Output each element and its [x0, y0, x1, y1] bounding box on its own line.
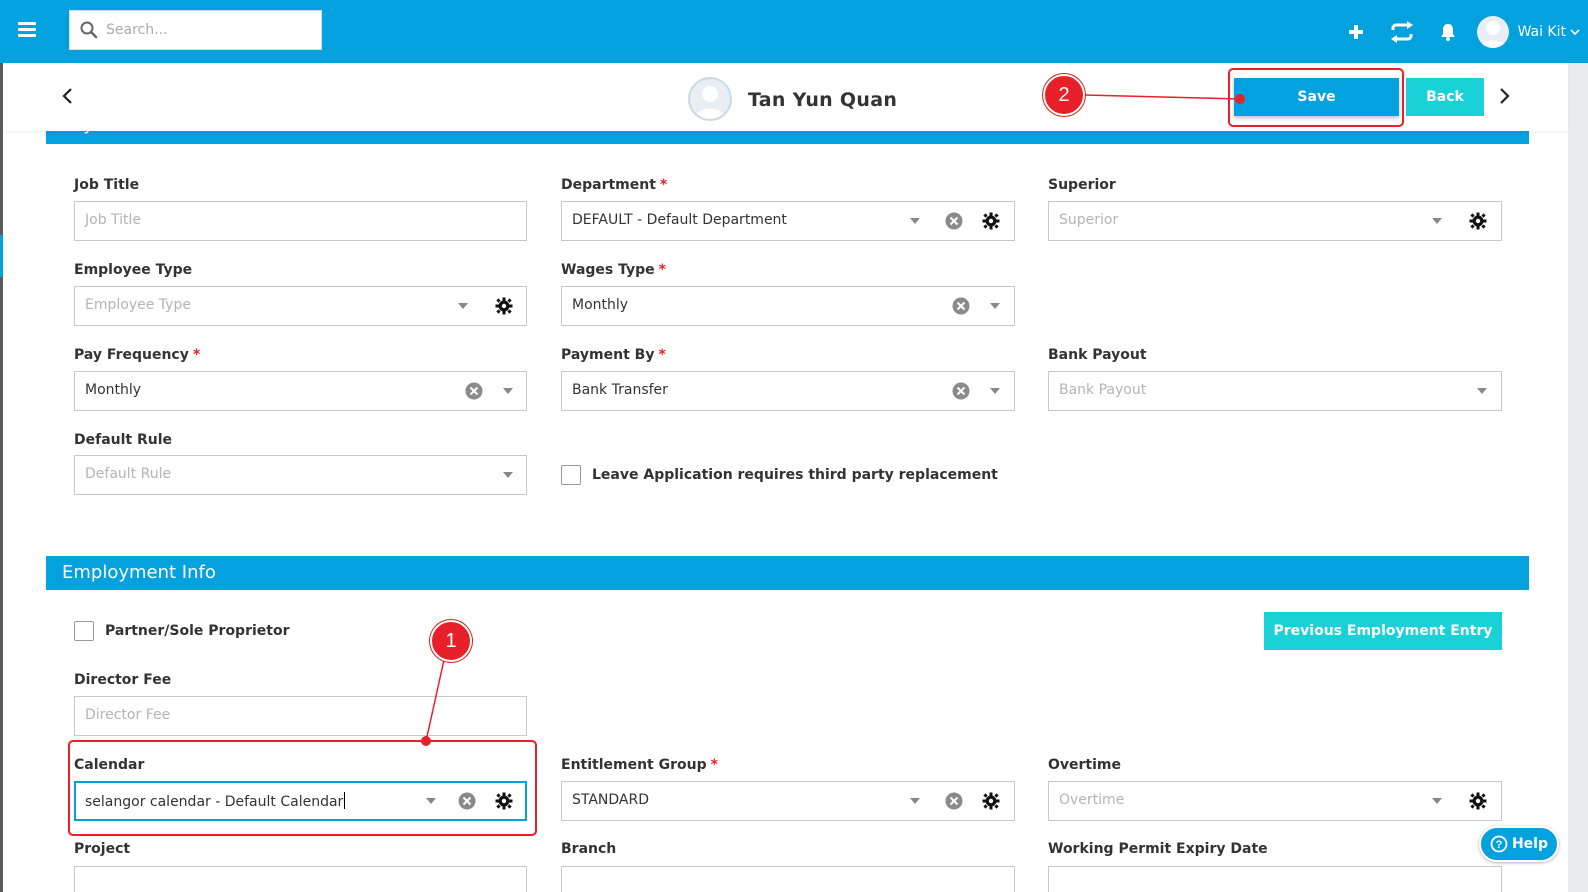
- user-name[interactable]: Wai Kit: [1518, 24, 1566, 40]
- callout-step-2: 2: [1043, 74, 1085, 116]
- gear-icon[interactable]: [982, 212, 1000, 230]
- leave-replacement-label: Leave Application requires third party r…: [592, 467, 998, 483]
- gear-icon[interactable]: [1469, 792, 1487, 810]
- project-select[interactable]: [74, 866, 527, 892]
- overtime-select[interactable]: Overtime: [1048, 781, 1502, 821]
- partner-checkbox[interactable]: [74, 621, 94, 641]
- wages-type-select[interactable]: Monthly: [561, 286, 1015, 326]
- employee-avatar: [688, 77, 732, 121]
- default-rule-label: Default Rule: [74, 432, 173, 448]
- caret-down-icon: [990, 388, 1000, 394]
- top-navbar: Wai Kit: [0, 0, 1588, 63]
- bell-icon[interactable]: [1425, 0, 1471, 63]
- employee-name: Tan Yun Quan: [748, 89, 898, 111]
- search-input[interactable]: [106, 11, 306, 49]
- help-label: Help: [1511, 836, 1549, 852]
- entitlement-group-select[interactable]: STANDARD: [561, 781, 1015, 821]
- caret-down-icon: [458, 303, 468, 309]
- caret-down-icon: [426, 798, 436, 804]
- caret-down-icon: [503, 388, 513, 394]
- branch-label: Branch: [561, 841, 617, 857]
- back-button[interactable]: Back: [1406, 78, 1484, 116]
- pay-frequency-select[interactable]: Monthly: [74, 371, 527, 411]
- clear-icon[interactable]: [952, 382, 970, 400]
- overtime-label: Overtime: [1048, 757, 1122, 773]
- caret-down-icon: [1477, 388, 1487, 394]
- employee-type-select[interactable]: Employee Type: [74, 286, 527, 326]
- menu-icon[interactable]: [18, 22, 36, 38]
- entitlement-group-label: Entitlement Group *: [561, 757, 718, 773]
- chevron-right-icon[interactable]: [1497, 85, 1513, 107]
- leave-replacement-checkbox[interactable]: [561, 465, 581, 485]
- calendar-select[interactable]: selangor calendar - Default Calendar: [74, 781, 527, 821]
- save-button[interactable]: Save: [1234, 78, 1399, 116]
- department-label: Department *: [561, 177, 668, 193]
- gear-icon[interactable]: [1469, 212, 1487, 230]
- chevron-left-icon[interactable]: [59, 85, 75, 107]
- pay-frequency-label: Pay Frequency *: [74, 347, 201, 363]
- clear-icon[interactable]: [458, 792, 476, 810]
- gear-icon[interactable]: [982, 792, 1000, 810]
- caret-down-icon: [1432, 798, 1442, 804]
- payment-by-select[interactable]: Bank Transfer: [561, 371, 1015, 411]
- callout-step-1: 1: [430, 620, 472, 662]
- employee-header: Tan Yun Quan Save Back: [3, 63, 1568, 131]
- caret-down-icon: [910, 218, 920, 224]
- partner-label: Partner/Sole Proprietor: [105, 623, 290, 639]
- caret-down-icon: [1432, 218, 1442, 224]
- avatar[interactable]: [1476, 15, 1509, 48]
- wages-type-label: Wages Type *: [561, 262, 666, 278]
- branch-select[interactable]: [561, 866, 1015, 892]
- employee-type-label: Employee Type: [74, 262, 193, 278]
- clear-icon[interactable]: [945, 792, 963, 810]
- sync-icon[interactable]: [1379, 0, 1425, 63]
- help-button[interactable]: ? Help: [1479, 826, 1559, 862]
- clear-icon[interactable]: [945, 212, 963, 230]
- section-header-payroll: Payroll Information: [46, 131, 1529, 144]
- working-permit-label: Working Permit Expiry Date: [1048, 841, 1268, 857]
- bank-payout-label: Bank Payout: [1048, 347, 1147, 363]
- chevron-down-icon[interactable]: [1570, 28, 1580, 36]
- caret-down-icon: [910, 798, 920, 804]
- project-label: Project: [74, 841, 131, 857]
- payment-by-label: Payment By *: [561, 347, 666, 363]
- question-icon: ?: [1490, 835, 1508, 853]
- plus-icon[interactable]: [1333, 0, 1379, 63]
- working-permit-field[interactable]: [1048, 866, 1502, 892]
- clear-icon[interactable]: [952, 297, 970, 315]
- superior-label: Superior: [1048, 177, 1116, 193]
- director-fee-field[interactable]: Director Fee: [74, 696, 527, 736]
- clear-icon[interactable]: [465, 382, 483, 400]
- section-header-employment: Employment Info: [46, 556, 1529, 590]
- gear-icon[interactable]: [495, 792, 513, 810]
- superior-select[interactable]: Superior: [1048, 201, 1502, 241]
- bank-payout-select[interactable]: Bank Payout: [1048, 371, 1502, 411]
- director-fee-label: Director Fee: [74, 672, 172, 688]
- form-content: Payroll Information Job Title Job Title …: [3, 131, 1568, 892]
- previous-employment-button[interactable]: Previous Employment Entry: [1264, 612, 1502, 650]
- search-box[interactable]: [69, 10, 322, 50]
- search-icon: [80, 21, 98, 39]
- job-title-label: Job Title: [74, 177, 140, 193]
- caret-down-icon: [990, 303, 1000, 309]
- department-select[interactable]: DEFAULT - Default Department: [561, 201, 1015, 241]
- svg-text:?: ?: [1496, 839, 1503, 851]
- default-rule-select[interactable]: Default Rule: [74, 455, 527, 495]
- calendar-label: Calendar: [74, 757, 145, 773]
- job-title-field[interactable]: Job Title: [74, 201, 527, 241]
- gear-icon[interactable]: [495, 297, 513, 315]
- caret-down-icon: [503, 472, 513, 478]
